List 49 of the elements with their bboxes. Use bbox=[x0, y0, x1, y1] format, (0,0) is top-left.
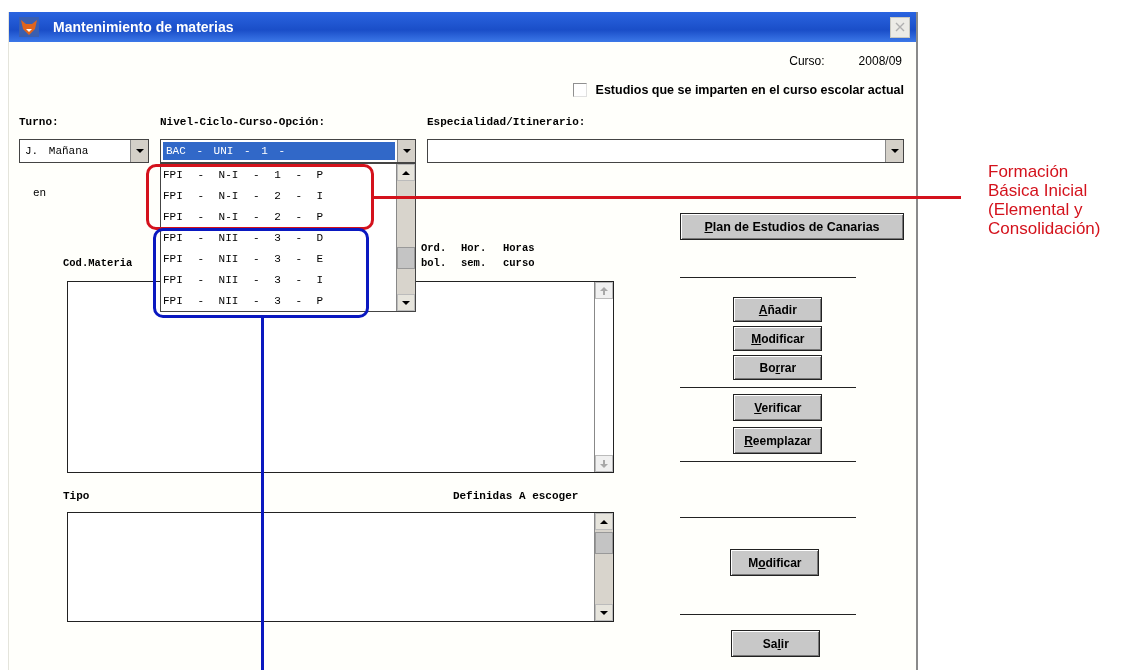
caret-icon bbox=[890, 149, 899, 153]
especialidad-dropdown[interactable] bbox=[427, 139, 904, 163]
window-title: Mantenimiento de materias bbox=[53, 19, 235, 35]
tipo-list[interactable] bbox=[67, 512, 615, 622]
plan-button[interactable]: Plan de Estudios de Canarias bbox=[680, 213, 904, 240]
definidas-label: Definidas A escoger bbox=[452, 490, 579, 502]
action-button[interactable]: Modificar bbox=[733, 326, 823, 351]
fox-icon bbox=[19, 17, 39, 37]
column-header: Horas curso bbox=[503, 241, 535, 271]
action-button[interactable]: Borrar bbox=[733, 355, 823, 380]
caret-icon bbox=[402, 149, 411, 153]
materias-list[interactable] bbox=[67, 281, 615, 473]
curso-value: 2008/09 bbox=[858, 54, 902, 70]
dropdown-option[interactable]: FPI - N-I - 2 - P bbox=[161, 206, 396, 227]
scroll-up-icon[interactable] bbox=[595, 282, 614, 299]
nivel-dropdown[interactable]: BAC - UNI - 1 - bbox=[160, 139, 416, 163]
scroll-up-icon[interactable] bbox=[397, 164, 415, 181]
scroll-down-icon[interactable] bbox=[397, 294, 415, 311]
scroll-down-icon[interactable] bbox=[595, 455, 614, 472]
column-header: Cod.Materia bbox=[63, 256, 133, 271]
scroll-down-icon[interactable] bbox=[595, 604, 614, 621]
scroll-thumb[interactable] bbox=[595, 532, 614, 554]
scroll-up-icon[interactable] bbox=[595, 513, 614, 530]
turno-dropdown[interactable]: J. Mañana bbox=[19, 139, 149, 163]
especialidad-label: Especialidad/Itinerario: bbox=[427, 116, 587, 128]
checkbox[interactable] bbox=[572, 82, 587, 97]
dropdown-option[interactable]: FPI - NII - 3 - D bbox=[161, 227, 396, 248]
tipo-label: Tipo bbox=[63, 490, 90, 502]
annotation-text: Formación Básica Inicial (Elemental y Consolidación) bbox=[988, 162, 1101, 238]
dropdown-option[interactable]: FPI - NII - 3 - E bbox=[161, 248, 396, 269]
exit-button[interactable]: Salir bbox=[731, 630, 821, 657]
caret-icon bbox=[135, 149, 144, 153]
action-button[interactable]: Añadir bbox=[733, 297, 823, 322]
curso-label: Curso: bbox=[789, 54, 825, 70]
turno-label: Turno: bbox=[19, 116, 60, 128]
action-button[interactable]: Reemplazar bbox=[733, 427, 823, 454]
dropdown-option[interactable]: FPI - NII - 3 - I bbox=[161, 269, 396, 290]
modify-button[interactable]: Modificar bbox=[730, 549, 820, 576]
dropdown-option[interactable]: FPI - N-I - 1 - P bbox=[161, 164, 396, 185]
column-header: Ord. bol. bbox=[421, 241, 447, 271]
column-header: Hor. sem. bbox=[461, 241, 487, 271]
nivel-label: Nivel-Ciclo-Curso-Opción: bbox=[160, 116, 327, 128]
close-icon bbox=[895, 22, 905, 32]
checkbox-label: Estudios que se imparten en el curso escolar actual bbox=[595, 82, 904, 97]
dropdown-option[interactable]: FPI - NII - 3 - P bbox=[161, 290, 396, 311]
dropdown-option[interactable]: FPI - N-I - 2 - I bbox=[161, 185, 396, 206]
action-button[interactable]: Verificar bbox=[733, 394, 823, 421]
scroll-thumb[interactable] bbox=[397, 247, 415, 269]
en-label: en bbox=[33, 187, 47, 199]
